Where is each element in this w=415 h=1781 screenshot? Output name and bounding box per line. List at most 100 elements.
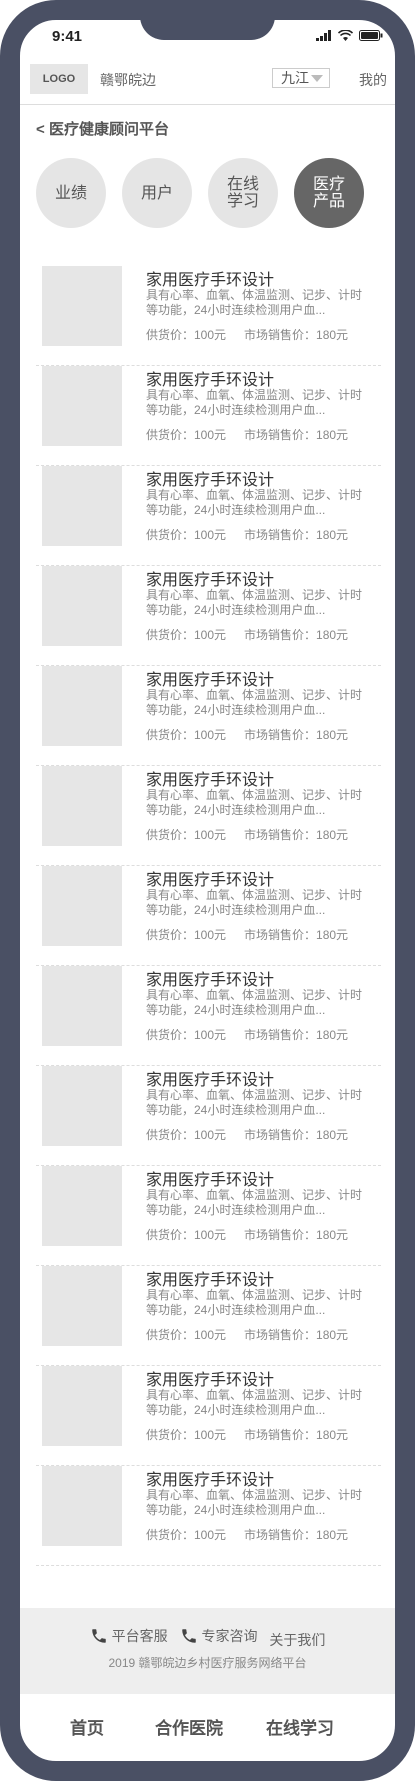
list-item[interactable]: 家用医疗手环设计 具有心率、血氧、体温监测、记步、计时等功能，24小时连续检测用户… — [36, 1066, 381, 1166]
top-header: LOGO 赣鄂皖边 九江 我的 — [20, 64, 395, 105]
product-image — [42, 566, 122, 646]
supply-price: 供货价：100元 — [146, 1328, 227, 1342]
list-item[interactable]: 家用医疗手环设计 具有心率、血氧、体温监测、记步、计时等功能，24小时连续检测用户… — [36, 466, 381, 566]
category-nav: 业绩 用户 在线学习 医疗产品 — [36, 158, 381, 230]
list-item[interactable]: 家用医疗手环设计 具有心率、血氧、体温监测、记步、计时等功能，24小时连续检测用户… — [36, 1266, 381, 1366]
category-performance[interactable]: 业绩 — [36, 158, 106, 228]
list-item[interactable]: 家用医疗手环设计 具有心率、血氧、体温监测、记步、计时等功能，24小时连续检测用户… — [36, 666, 381, 766]
product-description: 具有心率、血氧、体温监测、记步、计时等功能，24小时连续检测用户血... — [146, 388, 363, 417]
supply-price: 供货价：100元 — [146, 428, 227, 442]
supply-price: 供货价：100元 — [146, 628, 227, 642]
list-item[interactable]: 家用医疗手环设计 具有心率、血氧、体温监测、记步、计时等功能，24小时连续检测用户… — [36, 366, 381, 466]
product-title: 家用医疗手环设计 — [146, 1372, 275, 1389]
product-prices: 供货价：100元 市场销售价：180元 — [146, 1126, 348, 1143]
supply-price: 供货价：100元 — [146, 928, 227, 942]
product-description: 具有心率、血氧、体温监测、记步、计时等功能，24小时连续检测用户血... — [146, 1088, 363, 1117]
market-price: 市场销售价：180元 — [244, 528, 349, 542]
market-price: 市场销售价：180元 — [244, 1028, 349, 1042]
product-description: 具有心率、血氧、体温监测、记步、计时等功能，24小时连续检测用户血... — [146, 1488, 363, 1517]
footer-link-service[interactable]: 平台客服 — [90, 1626, 168, 1646]
list-item[interactable]: 家用医疗手环设计 具有心率、血氧、体温监测、记步、计时等功能，24小时连续检测用户… — [36, 866, 381, 966]
category-label: 在线学习 — [226, 176, 259, 210]
list-item[interactable]: 家用医疗手环设计 具有心率、血氧、体温监测、记步、计时等功能，24小时连续检测用户… — [36, 966, 381, 1066]
product-image — [42, 366, 122, 446]
phone-icon — [181, 1629, 196, 1643]
product-title: 家用医疗手环设计 — [146, 272, 275, 289]
logo: LOGO — [30, 64, 88, 94]
product-title: 家用医疗手环设计 — [146, 572, 275, 589]
supply-price: 供货价：100元 — [146, 1528, 227, 1542]
list-item[interactable]: 家用医疗手环设计 具有心率、血氧、体温监测、记步、计时等功能，24小时连续检测用户… — [36, 766, 381, 866]
phone-icon — [91, 1629, 106, 1643]
mine-link[interactable]: 我的 — [359, 70, 387, 90]
brand-name: 赣鄂皖边 — [100, 72, 156, 88]
market-price: 市场销售价：180元 — [244, 1228, 349, 1242]
product-prices: 供货价：100元 市场销售价：180元 — [146, 426, 348, 443]
footer-link-label: 平台客服 — [111, 1628, 168, 1644]
product-title: 家用医疗手环设计 — [146, 372, 275, 389]
category-online-learning[interactable]: 在线学习 — [208, 158, 278, 228]
product-image — [42, 1366, 122, 1446]
tab-online-learning[interactable]: 在线学习 — [266, 1714, 334, 1739]
product-image — [42, 266, 122, 346]
product-prices: 供货价：100元 市场销售价：180元 — [146, 1326, 348, 1343]
market-price: 市场销售价：180元 — [244, 628, 349, 642]
copyright: 2019 赣鄂皖边乡村医疗服务网络平台 — [108, 1656, 307, 1670]
product-prices: 供货价：100元 市场销售价：180元 — [146, 1226, 348, 1243]
product-title: 家用医疗手环设计 — [146, 672, 275, 689]
market-price: 市场销售价：180元 — [244, 1428, 349, 1442]
supply-price: 供货价：100元 — [146, 328, 227, 342]
product-title: 家用医疗手环设计 — [146, 1172, 275, 1189]
product-title: 家用医疗手环设计 — [146, 1472, 275, 1489]
product-title: 家用医疗手环设计 — [146, 1072, 275, 1089]
list-item[interactable]: 家用医疗手环设计 具有心率、血氧、体温监测、记步、计时等功能，24小时连续检测用户… — [36, 1466, 381, 1566]
product-prices: 供货价：100元 市场销售价：180元 — [146, 1026, 348, 1043]
city-select[interactable]: 九江 — [272, 68, 330, 88]
supply-price: 供货价：100元 — [146, 1428, 227, 1442]
footer-link-label: 关于我们 — [269, 1632, 326, 1648]
supply-price: 供货价：100元 — [146, 728, 227, 742]
wifi-icon — [338, 30, 353, 41]
category-users[interactable]: 用户 — [122, 158, 192, 228]
product-prices: 供货价：100元 市场销售价：180元 — [146, 626, 348, 643]
product-prices: 供货价：100元 市场销售价：180元 — [146, 526, 348, 543]
market-price: 市场销售价：180元 — [244, 328, 349, 342]
product-image — [42, 866, 122, 946]
breadcrumb[interactable]: < 医疗健康顾问平台 — [36, 118, 169, 139]
footer-links: 平台客服 专家咨询 关于我们 — [20, 1626, 395, 1650]
product-image — [42, 466, 122, 546]
list-item[interactable]: 家用医疗手环设计 具有心率、血氧、体温监测、记步、计时等功能，24小时连续检测用户… — [36, 266, 381, 366]
tab-partner-hospitals[interactable]: 合作医院 — [155, 1714, 223, 1739]
category-medical-products[interactable]: 医疗产品 — [294, 158, 364, 228]
product-title: 家用医疗手环设计 — [146, 1272, 275, 1289]
market-price: 市场销售价：180元 — [244, 1528, 349, 1542]
supply-price: 供货价：100元 — [146, 828, 227, 842]
product-description: 具有心率、血氧、体温监测、记步、计时等功能，24小时连续检测用户血... — [146, 988, 363, 1017]
list-item[interactable]: 家用医疗手环设计 具有心率、血氧、体温监测、记步、计时等功能，24小时连续检测用户… — [36, 1166, 381, 1266]
footer-link-expert[interactable]: 专家咨询 — [180, 1626, 258, 1646]
product-description: 具有心率、血氧、体温监测、记步、计时等功能，24小时连续检测用户血... — [146, 588, 363, 617]
product-description: 具有心率、血氧、体温监测、记步、计时等功能，24小时连续检测用户血... — [146, 1288, 363, 1317]
list-item[interactable]: 家用医疗手环设计 具有心率、血氧、体温监测、记步、计时等功能，24小时连续检测用户… — [36, 1366, 381, 1466]
product-image — [42, 1166, 122, 1246]
product-description: 具有心率、血氧、体温监测、记步、计时等功能，24小时连续检测用户血... — [146, 288, 363, 317]
bottom-tab-bar: 首页 合作医院 在线学习 — [20, 1694, 395, 1758]
product-prices: 供货价：100元 市场销售价：180元 — [146, 726, 348, 743]
product-description: 具有心率、血氧、体温监测、记步、计时等功能，24小时连续检测用户血... — [146, 888, 363, 917]
tab-home[interactable]: 首页 — [70, 1714, 104, 1739]
list-item[interactable]: 家用医疗手环设计 具有心率、血氧、体温监测、记步、计时等功能，24小时连续检测用户… — [36, 566, 381, 666]
phone-frame: 9:41 LOGO 赣鄂皖边 九江 我的 < 医疗健康顾问平台 业绩 用户 在线… — [0, 0, 415, 1781]
supply-price: 供货价：100元 — [146, 1228, 227, 1242]
product-prices: 供货价：100元 市场销售价：180元 — [146, 926, 348, 943]
footer-link-about[interactable]: 关于我们 — [269, 1630, 325, 1650]
product-image — [42, 1066, 122, 1146]
product-description: 具有心率、血氧、体温监测、记步、计时等功能，24小时连续检测用户血... — [146, 788, 363, 817]
signal-icon — [316, 30, 331, 41]
category-label: 医疗产品 — [312, 176, 345, 210]
market-price: 市场销售价：180元 — [244, 1328, 349, 1342]
status-icons — [316, 30, 383, 41]
product-prices: 供货价：100元 市场销售价：180元 — [146, 326, 348, 343]
market-price: 市场销售价：180元 — [244, 928, 349, 942]
product-image — [42, 766, 122, 846]
back-icon[interactable]: < — [36, 121, 45, 138]
